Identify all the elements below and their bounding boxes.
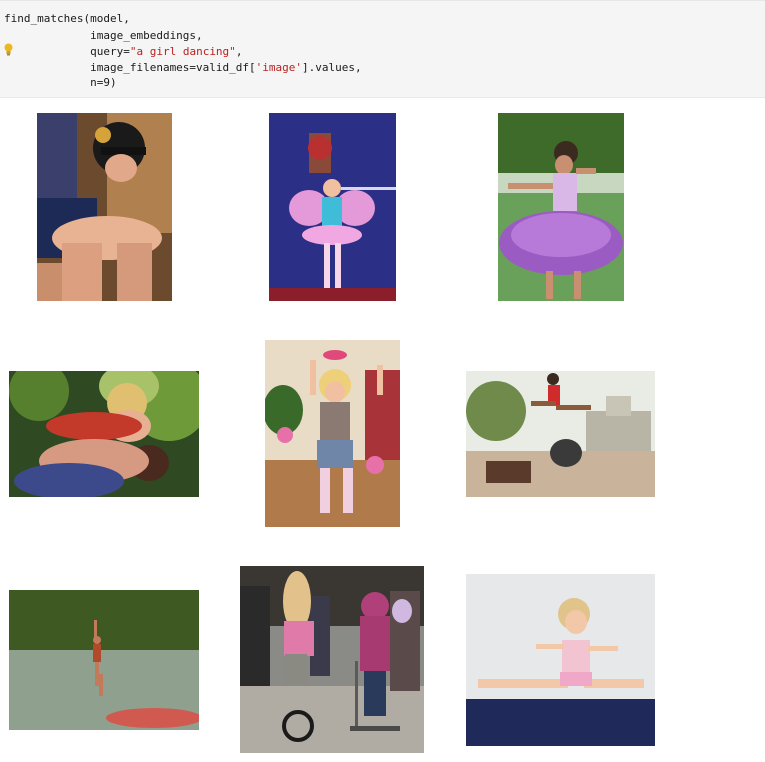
result-image-3: [498, 113, 624, 301]
result-image-1: [37, 113, 172, 301]
result-image-8: [240, 566, 424, 753]
result-image-6: [466, 371, 655, 497]
code-string-query: "a girl dancing": [129, 45, 236, 58]
code-line-3-prefix: query=: [4, 45, 130, 58]
fairy-stage-photo: [269, 113, 396, 301]
fountain-jump-photo: [466, 371, 655, 497]
lightbulb-icon[interactable]: [4, 43, 13, 56]
code-cell[interactable]: find_matches(model, image_embeddings, qu…: [0, 0, 765, 98]
code-line-1: find_matches(model,: [4, 12, 130, 25]
code-line-3: query="a girl dancing",: [4, 44, 242, 59]
embrace-photo: [9, 371, 199, 497]
code-line-4: image_filenames=valid_df['image'].values…: [4, 60, 362, 75]
tutu-girl-photo: [498, 113, 624, 301]
code-line-3-suffix: ,: [235, 45, 243, 58]
balloon-dance-photo: [265, 340, 400, 527]
code-line-2: image_embeddings,: [4, 29, 203, 42]
unicycle-scooter-photo: [240, 566, 424, 753]
result-image-5: [265, 340, 400, 527]
code-line-5: n=9): [4, 76, 117, 89]
result-image-9: [466, 574, 655, 746]
swimmer-photo: [37, 113, 172, 301]
code-line-4-suffix: ].values,: [302, 61, 362, 74]
result-image-4: [9, 371, 199, 497]
code-line-4-prefix: image_filenames=valid_df[: [4, 61, 256, 74]
result-image-7: [9, 590, 199, 730]
mat-jump-photo: [466, 574, 655, 746]
code-string-image: 'image': [255, 61, 303, 74]
result-image-2: [269, 113, 396, 301]
lake-jump-photo: [9, 590, 199, 730]
